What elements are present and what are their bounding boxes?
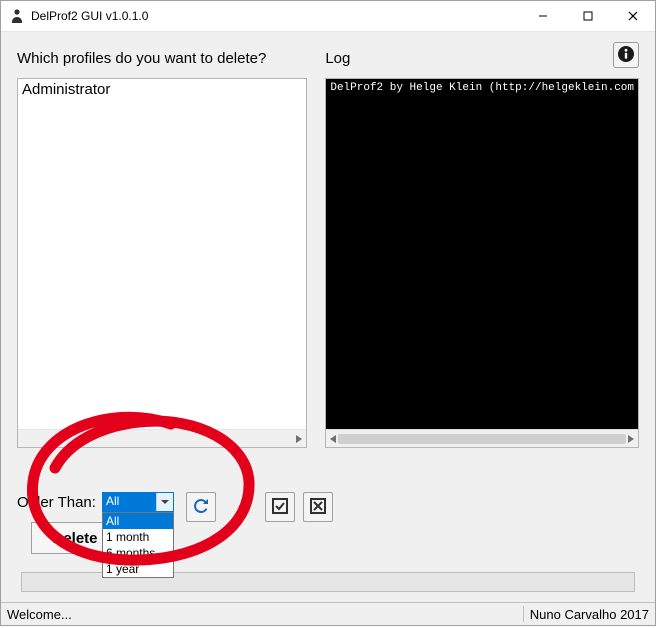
deselect-all-button[interactable] [303,492,333,522]
maximize-button[interactable] [565,1,610,31]
log-panel: Log DelProf2 by Helge Klein (http://helg… [325,44,639,448]
profiles-hscrollbar[interactable] [18,429,306,447]
older-than-dropdown[interactable]: All 1 month 6 months 1 year [102,512,174,578]
older-than-label: Older Than: [17,492,96,514]
older-than-combo-wrap: All All 1 month 6 months 1 year [102,492,174,512]
profiles-listbox[interactable]: Administrator [17,78,307,448]
scrollbar-track[interactable] [338,434,626,444]
close-button[interactable] [610,1,655,31]
refresh-button[interactable] [186,492,216,522]
older-than-combobox[interactable]: All [102,492,174,512]
scroll-left-icon [330,435,336,443]
dropdown-item[interactable]: 6 months [103,545,173,561]
chevron-down-icon [156,493,173,511]
checkbox-checked-icon [271,497,289,518]
window-controls [520,1,655,31]
log-line: DelProf2 by Helge Klein (http://helgekle… [330,82,634,94]
refresh-icon [191,496,211,519]
dropdown-item[interactable]: All [103,513,173,529]
dropdown-item[interactable]: 1 year [103,561,173,577]
info-icon [617,45,635,66]
app-icon [9,8,25,24]
older-than-selected: All [103,493,156,511]
delete-button-label: Delete [52,530,97,547]
scroll-right-icon [296,435,302,443]
info-button[interactable] [613,42,639,68]
selection-buttons [265,492,333,522]
checkbox-x-icon [309,497,327,518]
log-box: DelProf2 by Helge Klein (http://helgekle… [325,78,639,448]
profiles-heading: Which profiles do you want to delete? [17,50,266,67]
profile-item[interactable]: Administrator [22,81,302,99]
filter-controls: Older Than: All All 1 month 6 months 1 y… [17,492,216,522]
titlebar: DelProf2 GUI v1.0.1.0 [1,1,655,32]
statusbar: Welcome... Nuno Carvalho 2017 [1,602,655,625]
select-all-button[interactable] [265,492,295,522]
minimize-button[interactable] [520,1,565,31]
client-area: Which profiles do you want to delete? Ad… [1,32,655,602]
app-window: DelProf2 GUI v1.0.1.0 Which profiles do … [0,0,656,626]
log-heading: Log [325,50,350,67]
scroll-right-icon [628,435,634,443]
status-text: Welcome... [7,607,72,622]
dropdown-item[interactable]: 1 month [103,529,173,545]
window-title: DelProf2 GUI v1.0.1.0 [31,9,520,23]
status-author: Nuno Carvalho 2017 [530,607,649,622]
log-hscrollbar[interactable] [326,429,638,447]
profiles-panel: Which profiles do you want to delete? Ad… [17,44,307,448]
log-console[interactable]: DelProf2 by Helge Klein (http://helgekle… [326,79,638,429]
